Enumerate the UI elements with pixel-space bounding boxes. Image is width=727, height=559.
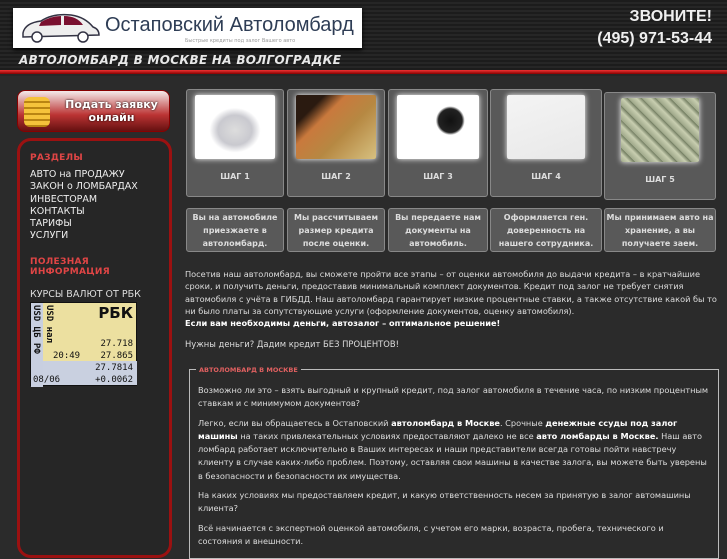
- intro-text: Посетив наш автоломбард, вы сможете прой…: [185, 268, 717, 329]
- sidebar: РАЗДЕЛЫ АВТО на ПРОДАЖУ ЗАКОН о ЛОМБАРДА…: [17, 138, 172, 558]
- rbk-value-1: 27.718: [100, 338, 133, 349]
- sidebar-item-tariffs[interactable]: ТАРИФЫ: [30, 218, 159, 230]
- calculator-image: [296, 95, 376, 159]
- step-label: ШАГ 3: [423, 172, 453, 181]
- paragraph: На каких условиях мы предоставляем креди…: [198, 490, 691, 514]
- rbk-currency-widget[interactable]: USD ЦБ РФ USD нал РБК 27.718 20:49 27.86…: [30, 301, 137, 387]
- rbk-mid-label: USD нал: [44, 304, 54, 343]
- step-card: ШАГ 2: [287, 89, 385, 197]
- rates-label: КУРСЫ ВАЛЮТ ОТ РБК: [30, 288, 141, 300]
- paragraph: Всё начинается с экспертной оценкой авто…: [198, 522, 664, 546]
- sidebar-item-law[interactable]: ЗАКОН о ЛОМБАРДАХ: [30, 181, 159, 193]
- sections-heading: РАЗДЕЛЫ: [30, 153, 84, 163]
- step-description: Мы рассчитываем размер кредита после оце…: [287, 208, 385, 252]
- step-card: ШАГ 5: [604, 92, 716, 200]
- sidebar-item-contacts[interactable]: КОНТАКТЫ: [30, 206, 159, 218]
- logo-subtitle: Быстрые кредиты под залог Вашего авто: [185, 38, 296, 44]
- coins-icon: [24, 97, 50, 127]
- moscow-section: АВТОЛОМБАРД В МОСКВЕ Возможно ли это – в…: [189, 364, 719, 559]
- apply-online-label: Подать заявку онлайн: [65, 98, 158, 124]
- paragraph: Легко, если вы обращаетесь в Остаповский…: [198, 417, 707, 481]
- header-divider: [0, 70, 727, 74]
- car-logo-icon: [22, 13, 100, 43]
- sidebar-item-investors[interactable]: ИНВЕСТОРАМ: [30, 194, 159, 206]
- tagline: АВТОЛОМБАРД В МОСКВЕ НА ВОЛГОГРАДКЕ: [19, 53, 342, 67]
- no-interest-text: Нужны деньги? Дадим кредит БЕЗ ПРОЦЕНТОВ…: [185, 339, 399, 349]
- step-description: Вы передаете нам документы на автомобиль…: [388, 208, 488, 252]
- step-label: ШАГ 5: [645, 175, 675, 184]
- signature-image: [507, 95, 585, 159]
- rbk-time: 20:49: [53, 350, 81, 361]
- car-image: [195, 95, 275, 159]
- step-label: ШАГ 4: [531, 172, 561, 181]
- rbk-delta: +0.0062: [95, 374, 133, 385]
- header: Остаповский Автоломбард Быстрые кредиты …: [0, 0, 727, 76]
- keys-image: [397, 95, 479, 159]
- rbk-left-label: USD ЦБ РФ: [31, 304, 41, 354]
- step-label: ШАГ 1: [220, 172, 250, 181]
- step-description: Оформляется ген. доверенность на нашего …: [490, 208, 602, 252]
- step-description: Вы на автомобиле приезжаете в автоломбар…: [186, 208, 284, 252]
- paragraph: Возможно ли это – взять выгодный и крупн…: [198, 385, 709, 409]
- logo[interactable]: Остаповский Автоломбард Быстрые кредиты …: [13, 8, 362, 48]
- intro-bold: Если вам необходимы деньги, автозалог – …: [185, 318, 501, 329]
- rbk-value-2: 27.865: [100, 350, 133, 361]
- sidebar-item-cars-for-sale[interactable]: АВТО на ПРОДАЖУ: [30, 169, 159, 181]
- step-card: ШАГ 3: [388, 89, 488, 197]
- logo-title: Остаповский Автоломбард: [105, 14, 354, 36]
- step-description: Мы принимаем авто на хранение, а вы полу…: [604, 208, 716, 252]
- rbk-value-3: 27.7814: [95, 362, 133, 373]
- money-image: [621, 98, 699, 162]
- rbk-date: 08/06: [33, 374, 61, 385]
- intro-paragraph: Посетив наш автоломбард, вы сможете прой…: [185, 269, 717, 316]
- step-card: ШАГ 1: [186, 89, 284, 197]
- useful-info-heading: ПОЛЕЗНАЯ ИНФОРМАЦИЯ: [30, 256, 110, 277]
- apply-online-button[interactable]: Подать заявку онлайн: [17, 90, 170, 132]
- phone-number: (495) 971-53-44: [597, 30, 712, 47]
- rbk-brand: РБК: [98, 303, 133, 322]
- sidebar-item-services[interactable]: УСЛУГИ: [30, 230, 159, 242]
- call-label: ЗВОНИТЕ!: [629, 8, 712, 25]
- moscow-section-legend: АВТОЛОМБАРД В МОСКВЕ: [196, 364, 301, 378]
- step-card: ШАГ 4: [490, 89, 602, 197]
- step-label: ШАГ 2: [321, 172, 351, 181]
